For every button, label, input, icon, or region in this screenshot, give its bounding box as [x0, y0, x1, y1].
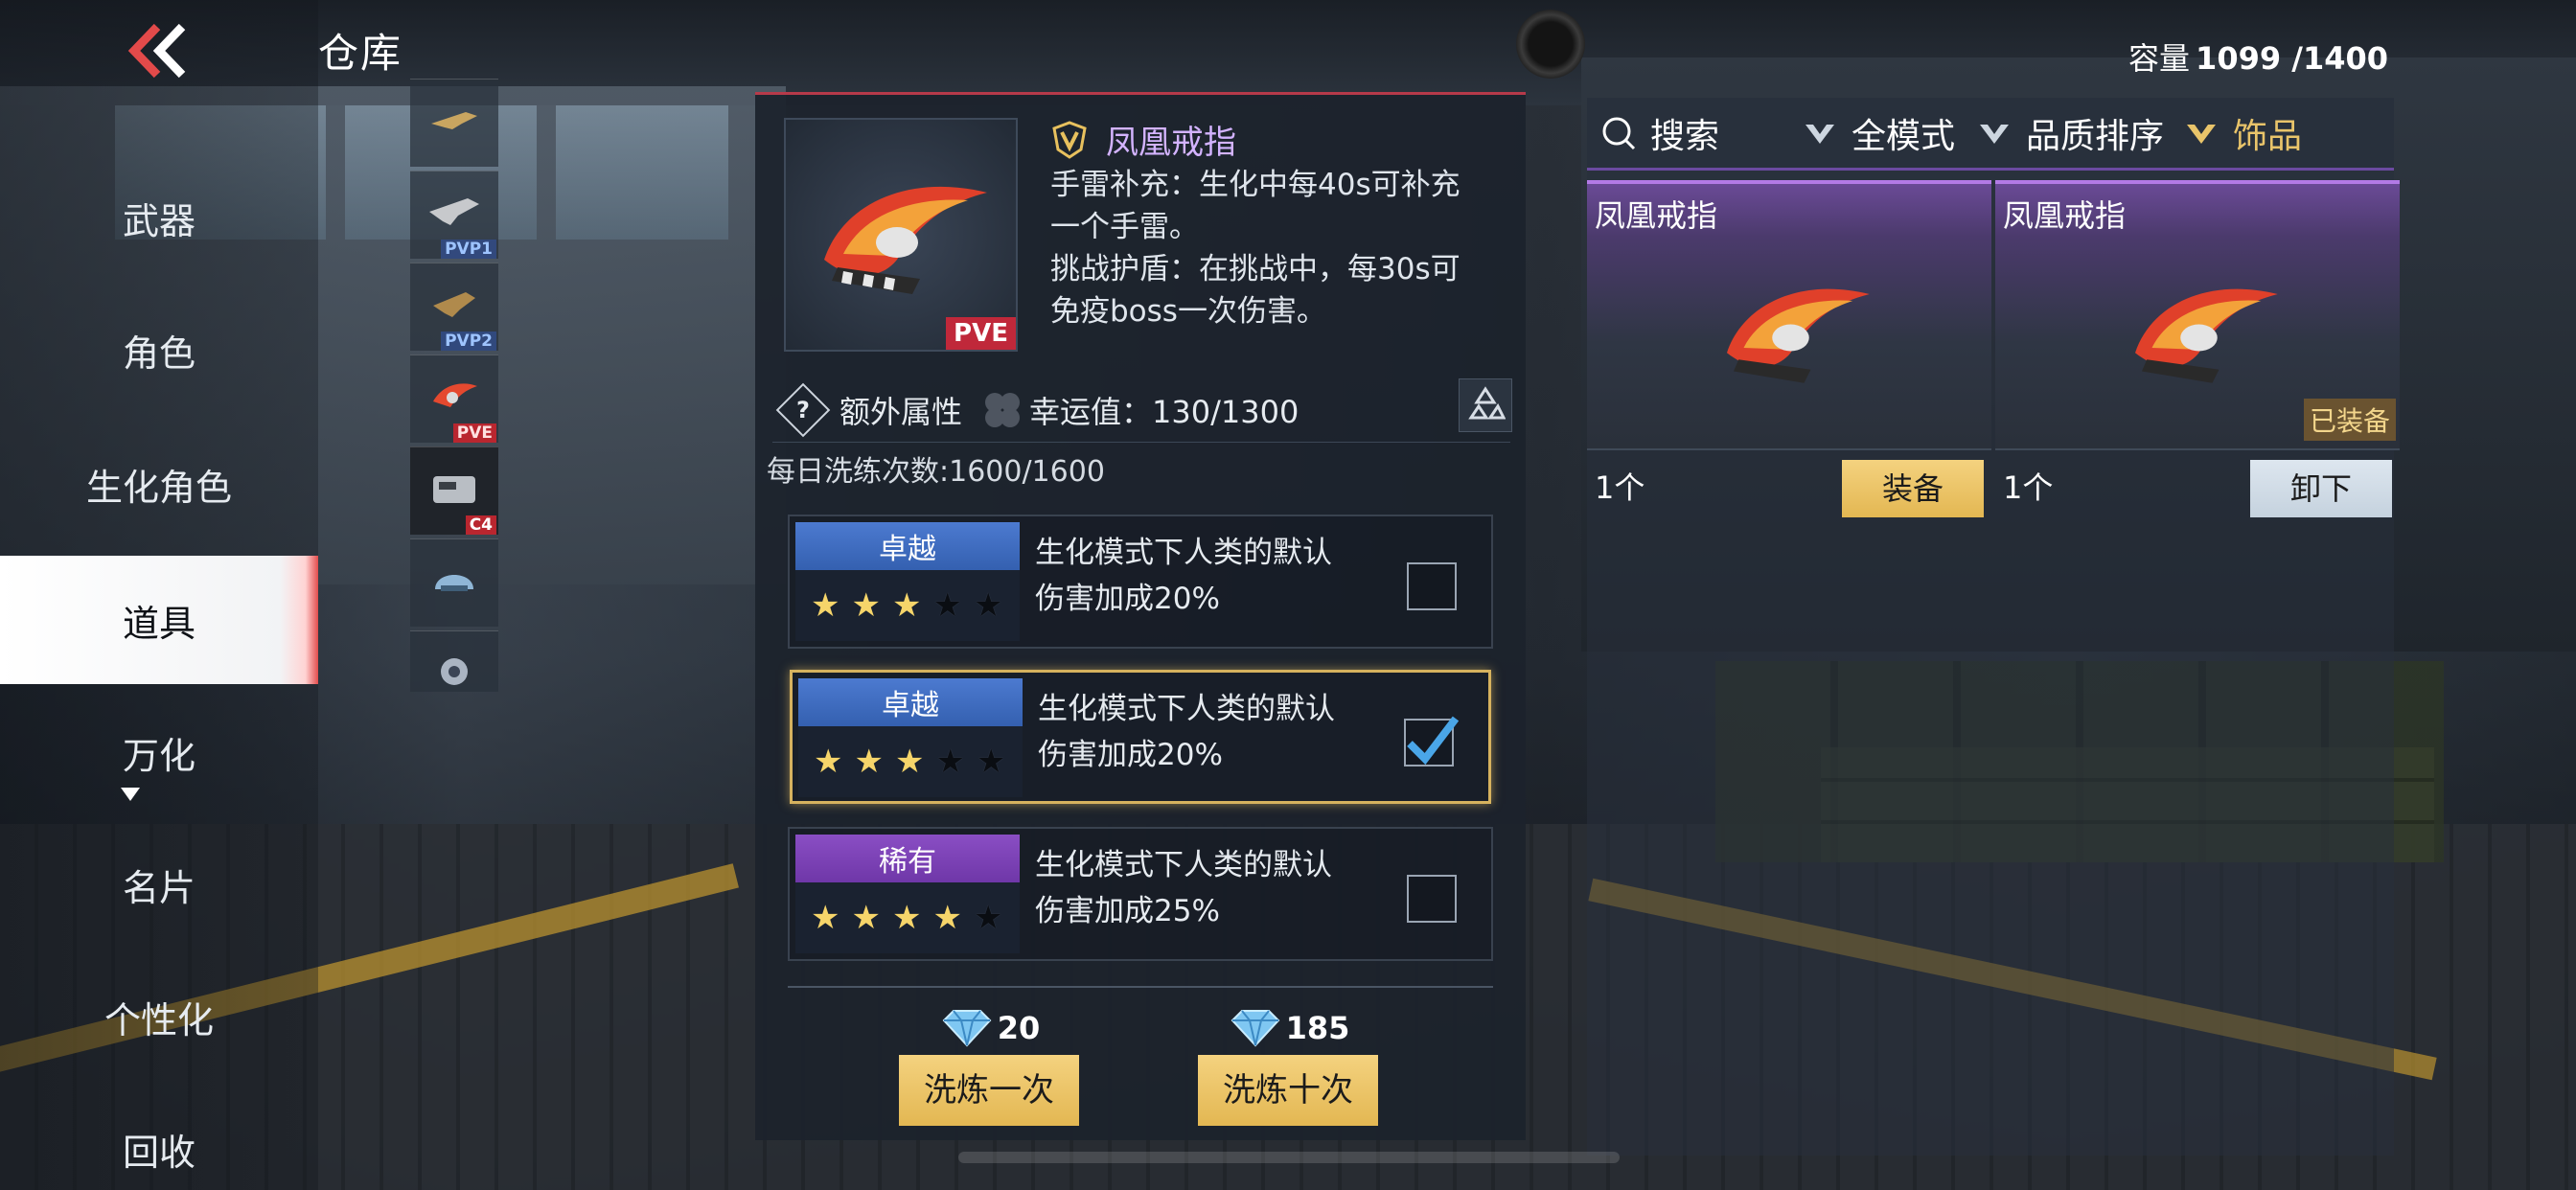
page-title: 仓库: [318, 30, 403, 77]
item-description: 手雷补充：生化中每40s可补充 一个手雷。 挑战护盾：在挑战中，每30s可 免疫…: [1050, 168, 1460, 329]
attribute-row[interactable]: 稀有 ★ ★ ★ ★ ★ 生化模式下人类的默认 伤害加成25%: [788, 827, 1493, 961]
quality-badge: 卓越 ★ ★ ★ ★ ★: [798, 678, 1023, 797]
item-name: 凤凰戒指: [1106, 124, 1236, 162]
quality-badge-icon: [1052, 120, 1087, 159]
attribute-text: 生化模式下人类的默认 伤害加成20%: [1035, 536, 1332, 616]
phoenix-ring-icon: [1727, 288, 1870, 383]
mode-filter-dropdown[interactable]: 全模式: [1802, 108, 1955, 158]
thumbnail-item[interactable]: [410, 538, 498, 627]
recycle-icon: [1468, 386, 1506, 420]
attribute-checkbox[interactable]: [1407, 562, 1457, 610]
sort-dropdown[interactable]: 品质排序: [1976, 108, 2164, 158]
daily-refine-count: 每日洗练次数:1600/1600: [767, 455, 1105, 489]
pve-tag: PVE: [946, 317, 1016, 350]
thumbnail-item[interactable]: [410, 79, 498, 167]
clover-icon: [985, 393, 1021, 427]
inventory-card[interactable]: 凤凰戒指: [1587, 180, 1991, 448]
refine-ten-button[interactable]: 洗炼十次: [1198, 1055, 1378, 1126]
thumbnail-item[interactable]: PVP1: [410, 171, 498, 259]
gun-icon: [429, 198, 479, 225]
diamond-icon: [1230, 1010, 1279, 1047]
nav-item-bio-characters[interactable]: 生化角色: [0, 420, 318, 548]
divider: [772, 442, 1510, 443]
star-rating: ★ ★ ★ ★ ★: [811, 586, 1003, 625]
star-rating: ★ ★ ★ ★ ★: [814, 743, 1006, 781]
thumbnail-item[interactable]: PVE: [410, 355, 498, 443]
quality-badge: 稀有 ★ ★ ★ ★ ★: [795, 835, 1020, 953]
phoenix-ring-icon: [824, 186, 987, 294]
quality-badge: 卓越 ★ ★ ★ ★ ★: [795, 522, 1020, 641]
inventory-card-footer: 1个 装备: [1587, 448, 1991, 525]
nav-item-characters[interactable]: 角色: [0, 286, 318, 414]
nav-item-weapons[interactable]: 武器: [0, 153, 318, 282]
double-chevron-left-icon: [127, 23, 186, 79]
phoenix-ring-icon: [2135, 288, 2278, 383]
item-detail-panel: PVE 凤凰戒指 手雷补充：生化中每40s可补充 一个手雷。 挑战护盾：在挑战中…: [755, 92, 1526, 1140]
side-nav: 武器 角色 生化角色 道具 万化 名片 个性化 回收: [0, 0, 318, 1190]
gear-item-icon: [441, 658, 468, 685]
filter-bar: 搜索 全模式 品质排序 饰品: [1587, 98, 2394, 171]
thumbnail-item[interactable]: PVP2: [410, 263, 498, 351]
attribute-row-selected[interactable]: 卓越 ★ ★ ★ ★ ★ 生化模式下人类的默认 伤害加成20%: [790, 670, 1491, 804]
refine-once-button[interactable]: 洗炼一次: [899, 1055, 1079, 1126]
expand-arrow-icon: [121, 788, 140, 801]
nav-item-name-card[interactable]: 名片: [0, 820, 318, 949]
refine-once: 20 洗炼一次: [899, 1005, 1079, 1126]
nav-item-items[interactable]: 道具: [0, 556, 318, 684]
search-icon: [1602, 117, 1636, 149]
nav-item-recycle[interactable]: 回收: [0, 1085, 318, 1190]
checkmark-icon: [1407, 716, 1460, 766]
gun-icon: [431, 112, 477, 129]
back-button[interactable]: [125, 21, 192, 80]
inventory-card[interactable]: 凤凰戒指 已装备: [1995, 180, 2400, 448]
inventory-panel: 搜索 全模式 品质排序 饰品 凤凰戒指 1个 装备 凤凰戒指 已装备 1个 卸下: [1587, 98, 2400, 1156]
search-button[interactable]: 搜索: [1600, 108, 1719, 158]
nav-item-personalize[interactable]: 个性化: [0, 952, 318, 1081]
category-dropdown[interactable]: 饰品: [2183, 108, 2302, 158]
attribute-row[interactable]: 卓越 ★ ★ ★ ★ ★ 生化模式下人类的默认 伤害加成20%: [788, 515, 1493, 649]
attribute-text: 生化模式下人类的默认 伤害加成25%: [1035, 848, 1332, 928]
item-thumbnail-strip[interactable]: PVP1 PVP2 PVE C4: [410, 79, 498, 692]
diamond-cost: 185: [1198, 1005, 1378, 1051]
attribute-checkbox-checked[interactable]: [1404, 716, 1460, 767]
helmet-icon: [435, 575, 473, 591]
thumbnail-item[interactable]: C4: [410, 446, 498, 535]
gun-icon: [433, 292, 475, 317]
chevron-down-icon: [1980, 124, 2010, 144]
inventory-card-footer: 1个 卸下: [1995, 448, 2400, 525]
help-icon[interactable]: ?: [775, 382, 831, 438]
c4-explosive-icon: [433, 476, 475, 503]
divider: [788, 986, 1493, 988]
luck-label: 幸运值：130/1300: [1029, 394, 1300, 430]
nav-item-wanhua[interactable]: 万化: [0, 688, 318, 816]
attribute-text: 生化模式下人类的默认 伤害加成20%: [1038, 692, 1335, 772]
attribute-checkbox[interactable]: [1407, 875, 1457, 923]
extra-attributes-label: 额外属性: [840, 394, 963, 430]
diamond-icon: [942, 1010, 992, 1047]
equipped-badge: 已装备: [2303, 399, 2396, 441]
star-rating: ★ ★ ★ ★ ★: [811, 899, 1003, 937]
phoenix-ring-icon: [433, 383, 477, 407]
diamond-cost: 20: [899, 1005, 1079, 1051]
unequip-button[interactable]: 卸下: [2250, 460, 2392, 517]
item-preview: PVE: [784, 118, 1018, 352]
equip-button[interactable]: 装备: [1842, 460, 1984, 517]
recycle-button[interactable]: [1459, 378, 1512, 432]
refine-ten: 185 洗炼十次: [1198, 1005, 1378, 1126]
scrollbar[interactable]: [958, 1152, 1620, 1163]
thumbnail-item[interactable]: [410, 630, 498, 692]
chevron-down-icon: [1806, 124, 1835, 144]
capacity-display: 容量 1099 /1400: [2128, 40, 2388, 77]
chevron-down-icon: [2187, 124, 2217, 144]
